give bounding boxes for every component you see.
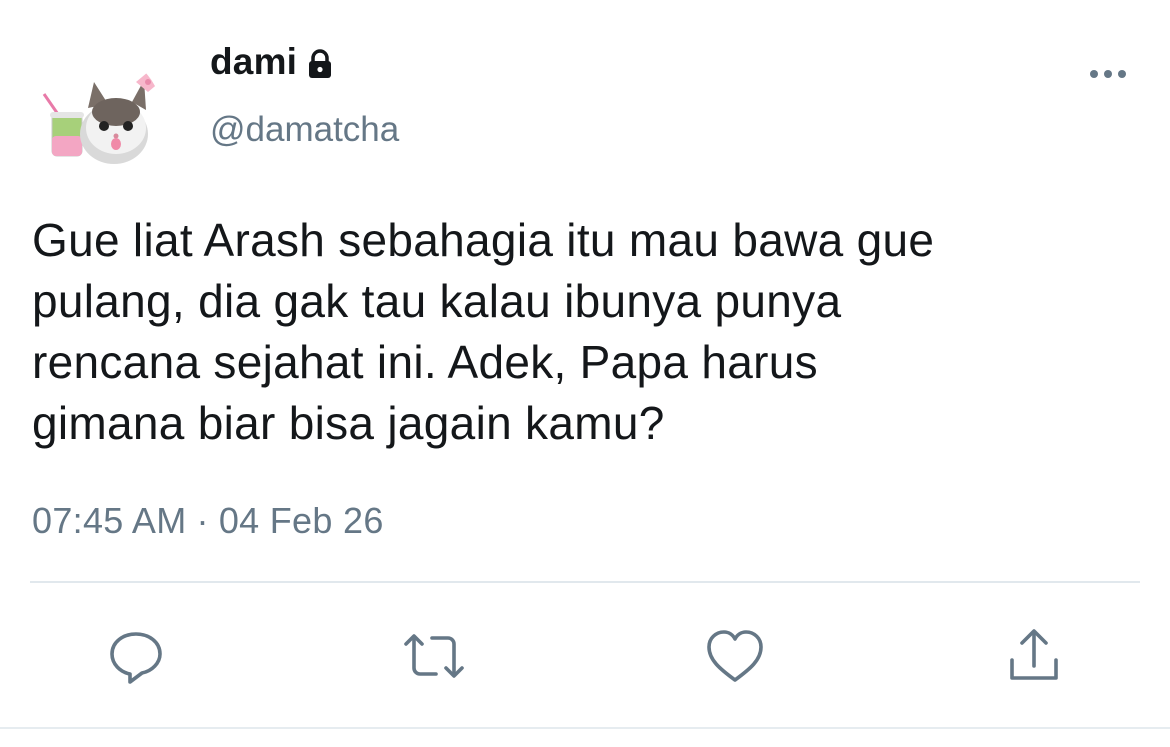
cat-avatar-icon xyxy=(36,52,162,178)
divider xyxy=(30,581,1140,583)
share-icon xyxy=(1010,629,1058,680)
bottom-divider xyxy=(0,727,1170,729)
retweet-icon xyxy=(404,634,464,678)
display-name[interactable]: dami xyxy=(210,41,297,83)
reply-button[interactable] xyxy=(104,624,168,688)
tweet-text: Gue liat Arash sebahagia itu mau bawa gu… xyxy=(32,210,1142,454)
tweet-text-line: Gue liat Arash sebahagia itu mau bawa gu… xyxy=(32,214,935,266)
heart-icon xyxy=(707,630,763,682)
retweet-button[interactable] xyxy=(402,624,466,688)
share-button[interactable] xyxy=(1002,624,1066,688)
tweet-card: dami @damatcha Gue liat Arash sebahagia … xyxy=(0,0,1170,747)
tweet-date: 04 Feb 26 xyxy=(218,500,384,541)
reply-icon xyxy=(110,632,162,684)
tweet-timestamp[interactable]: 07:45 AM · 04 Feb 26 xyxy=(32,500,384,542)
more-options-button[interactable] xyxy=(1086,62,1130,86)
tweet-text-line: rencana sejahat ini. Adek, Papa harus xyxy=(32,336,818,388)
timestamp-separator: · xyxy=(196,500,209,541)
tweet-time: 07:45 AM xyxy=(32,500,187,541)
avatar[interactable] xyxy=(36,52,162,178)
like-button[interactable] xyxy=(703,624,767,688)
more-dots-icon xyxy=(1090,70,1126,78)
user-handle[interactable]: @damatcha xyxy=(210,110,399,150)
tweet-text-line: pulang, dia gak tau kalau ibunya punya xyxy=(32,275,842,327)
tweet-text-line: gimana biar bisa jagain kamu? xyxy=(32,397,665,449)
lock-icon xyxy=(303,47,337,81)
display-name-row: dami xyxy=(210,40,337,84)
